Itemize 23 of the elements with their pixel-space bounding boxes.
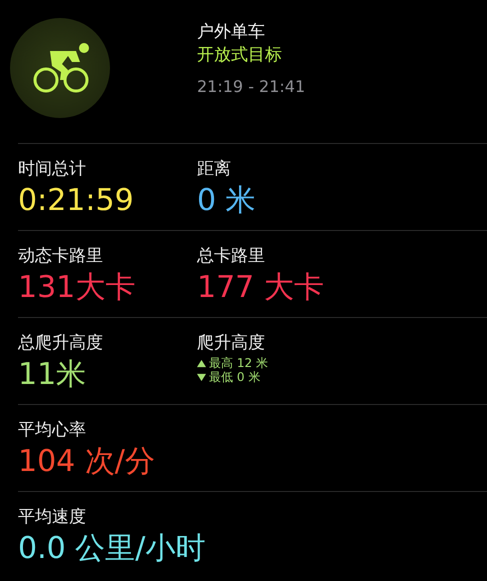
- metric-value: 0 米: [197, 182, 256, 220]
- metric-label: 时间总计: [18, 158, 87, 180]
- range-value: 最高 12 米: [209, 356, 268, 370]
- metric-label: 距离: [197, 158, 232, 180]
- metric-value: 11米: [18, 356, 86, 394]
- metric-label: 平均速度: [18, 506, 87, 528]
- workout-title: 户外单车: [197, 21, 266, 44]
- metric-label: 总卡路里: [197, 245, 266, 267]
- metric-value: 104 次/分: [18, 443, 155, 481]
- metric-value: 0:21:59: [18, 182, 134, 220]
- metric-value: 131大卡: [18, 269, 136, 307]
- triangle-down-icon: [197, 372, 206, 382]
- triangle-up-icon: [197, 358, 206, 368]
- metric-label: 爬升高度: [197, 332, 266, 354]
- workout-goal: 开放式目标: [197, 44, 283, 67]
- metric-label: 动态卡路里: [18, 245, 104, 267]
- metric-label: 总爬升高度: [18, 332, 104, 354]
- metric-label: 平均心率: [18, 419, 87, 441]
- metric-value: 177 大卡: [197, 269, 324, 307]
- time-range: 21:19 - 21:41: [197, 76, 306, 98]
- range-value: 最低 0 米: [209, 370, 260, 384]
- metric-value: 0.0 公里/小时: [18, 530, 206, 568]
- cycling-icon: [10, 18, 110, 118]
